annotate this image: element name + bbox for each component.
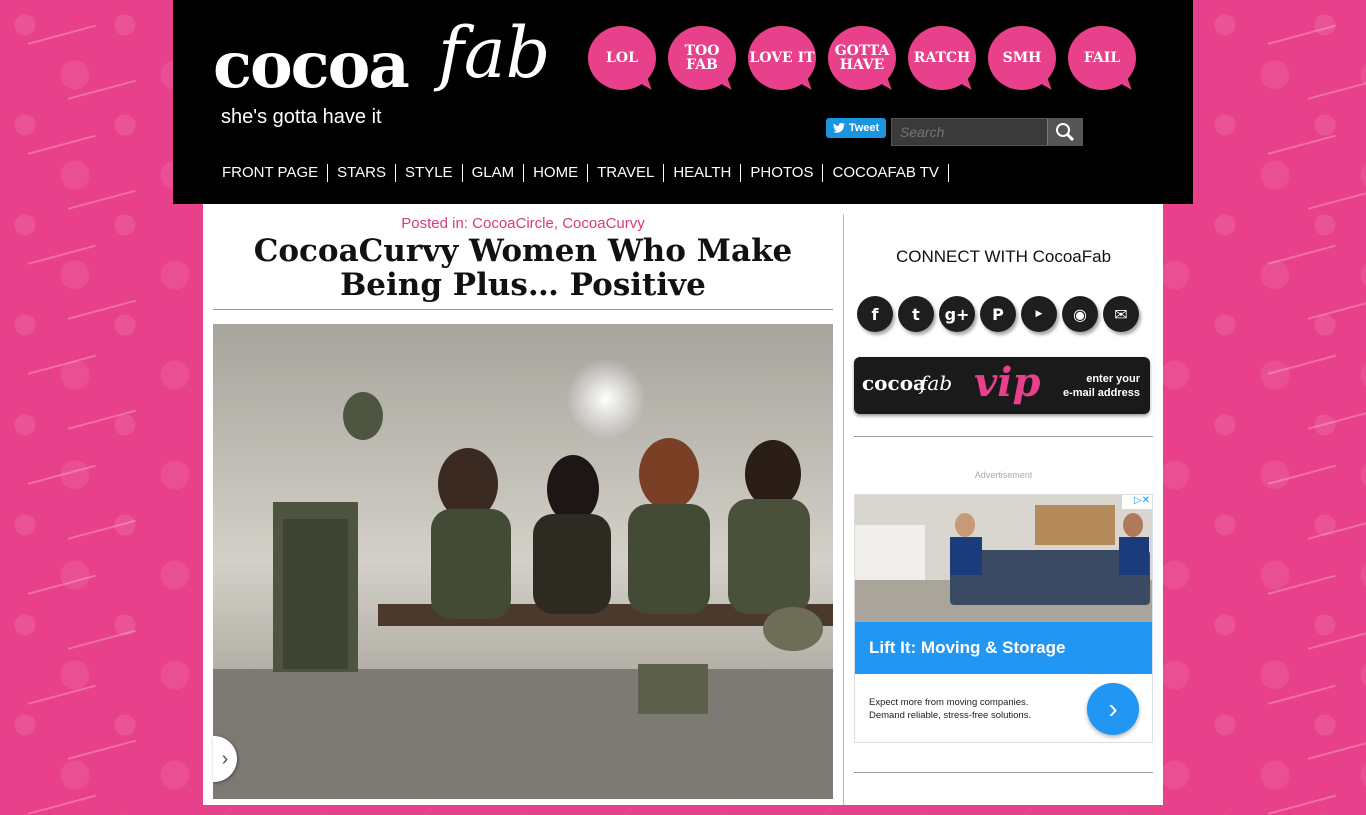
search-button[interactable] (1047, 119, 1082, 145)
background-watermark (63, 66, 136, 100)
tweet-button[interactable]: Tweet (826, 118, 886, 138)
background-watermark (1263, 671, 1336, 705)
background-watermark (1263, 11, 1336, 45)
background-watermark (1303, 506, 1366, 540)
ad-image (855, 495, 1152, 622)
search-input[interactable] (892, 119, 1048, 145)
tweet-label: Tweet (848, 122, 880, 134)
content-area: Posted in: CocoaCircle, CocoaCurvy Cocoa… (203, 204, 1163, 805)
main-nav: FRONT PAGE STARS STYLE GLAM HOME TRAVEL … (215, 164, 949, 182)
sidebar-divider-bottom (854, 772, 1153, 773)
reaction-gotta-have-button[interactable]: GOTTA HAVE (828, 26, 896, 90)
logo-tagline: she's gotta have it (221, 106, 382, 128)
nav-style[interactable]: STYLE (396, 164, 463, 182)
vip-cta-line2: e-mail address (1062, 387, 1140, 399)
google-plus-icon[interactable]: g+ (939, 296, 975, 332)
background-watermark (1263, 231, 1336, 265)
sidebar-divider (854, 436, 1153, 437)
nav-cocoafab-tv[interactable]: COCOAFAB TV (823, 164, 949, 182)
background-watermark (1263, 121, 1336, 155)
background-watermark (1303, 176, 1366, 210)
column-divider (843, 214, 844, 805)
category-link-cocoacircle[interactable]: CocoaCircle (472, 215, 554, 232)
reaction-fail-button[interactable]: FAIL (1068, 26, 1136, 90)
background-watermark (63, 726, 136, 760)
nav-glam[interactable]: GLAM (463, 164, 525, 182)
nav-photos[interactable]: PHOTOS (741, 164, 824, 182)
social-icons: f t g+ P ▶ ◉ ✉ (857, 296, 1139, 332)
title-divider (213, 309, 833, 310)
background-watermark (63, 616, 136, 650)
background-watermark (63, 506, 136, 540)
email-icon[interactable]: ✉ (1103, 296, 1139, 332)
nav-front-page[interactable]: FRONT PAGE (215, 164, 329, 182)
ad-choices-icon[interactable]: ▷✕ (1122, 495, 1152, 509)
advertisement[interactable]: ▷✕ Lift It: Moving & Storage Expect more… (854, 494, 1153, 743)
reaction-ratch-button[interactable]: RATCH (908, 26, 976, 90)
background-watermark (63, 286, 136, 320)
youtube-icon[interactable]: ▶ (1021, 296, 1057, 332)
nav-home[interactable]: HOME (524, 164, 589, 182)
background-watermark (1263, 561, 1336, 595)
vip-signup-banner[interactable]: cocoa fab vip enter your e-mail address (854, 357, 1150, 414)
background-watermark (1303, 726, 1366, 760)
ad-body-line1: Expect more from moving companies. (869, 697, 1029, 708)
chevron-right-icon: › (1108, 693, 1118, 724)
ad-body-line2: Demand reliable, stress-free solutions. (869, 710, 1032, 721)
background-watermark (23, 561, 96, 595)
ad-headline: Lift It: Moving & Storage (869, 638, 1066, 657)
article-hero-image[interactable] (213, 324, 833, 799)
ad-title-bar: Lift It: Moving & Storage (855, 622, 1152, 674)
twitter-icon[interactable]: t (898, 296, 934, 332)
logo-word: cocoa (213, 28, 410, 103)
background-watermark (23, 781, 96, 815)
ad-label: Advertisement (974, 470, 1033, 480)
reaction-too-fab-button[interactable]: TOO FAB (668, 26, 736, 90)
nav-travel[interactable]: TRAVEL (588, 164, 665, 182)
background-watermark (23, 121, 96, 155)
rss-icon[interactable]: ◉ (1062, 296, 1098, 332)
logo-script: fab (438, 12, 551, 94)
background-watermark (1263, 781, 1336, 815)
vip-label: vip (974, 359, 1041, 406)
reaction-lol-button[interactable]: LOL (588, 26, 656, 90)
nav-health[interactable]: HEALTH (664, 164, 742, 182)
facebook-icon[interactable]: f (857, 296, 893, 332)
background-watermark (1263, 341, 1336, 375)
vip-cta: enter your e-mail address (1063, 372, 1140, 400)
background-watermark (1303, 396, 1366, 430)
ad-arrow-button[interactable]: › (1087, 683, 1139, 735)
twitter-bird-icon (832, 123, 845, 133)
reaction-smh-button[interactable]: SMH (988, 26, 1056, 90)
ad-body: Expect more from moving companies. Deman… (869, 696, 1031, 722)
site-logo[interactable]: cocoa fab she's gotta have it (213, 10, 573, 150)
reaction-love-it-button[interactable]: LOVE IT (748, 26, 816, 90)
background-watermark (23, 231, 96, 265)
chevron-right-icon: › (221, 747, 229, 770)
background-watermark (63, 396, 136, 430)
background-watermark (63, 176, 136, 210)
background-watermark (1303, 66, 1366, 100)
vip-cta-line1: enter your (1086, 373, 1140, 385)
posted-in-label: Posted in: (401, 215, 468, 232)
search-box (891, 118, 1083, 146)
connect-heading: CONNECT WITH CocoaFab (895, 247, 1112, 266)
background-watermark (1303, 286, 1366, 320)
background-watermark (1263, 451, 1336, 485)
article-title: CocoaCurvy Women Who Make Being Plus… Po… (253, 233, 793, 303)
background-watermark (1303, 616, 1366, 650)
hero-photo-graphic (213, 324, 833, 799)
vip-word: cocoa (862, 371, 926, 395)
background-watermark (23, 671, 96, 705)
nav-stars[interactable]: STARS (328, 164, 397, 182)
background-watermark (23, 451, 96, 485)
posted-in: Posted in: CocoaCircle, CocoaCurvy (401, 215, 645, 232)
background-watermark (23, 341, 96, 375)
vip-script: fab (920, 371, 953, 395)
pinterest-icon[interactable]: P (980, 296, 1016, 332)
category-link-cocoacurvy[interactable]: CocoaCurvy (562, 215, 645, 232)
search-icon (1056, 123, 1075, 142)
background-watermark (23, 11, 96, 45)
site-header: cocoa fab she's gotta have it LOL TOO FA… (173, 0, 1193, 204)
